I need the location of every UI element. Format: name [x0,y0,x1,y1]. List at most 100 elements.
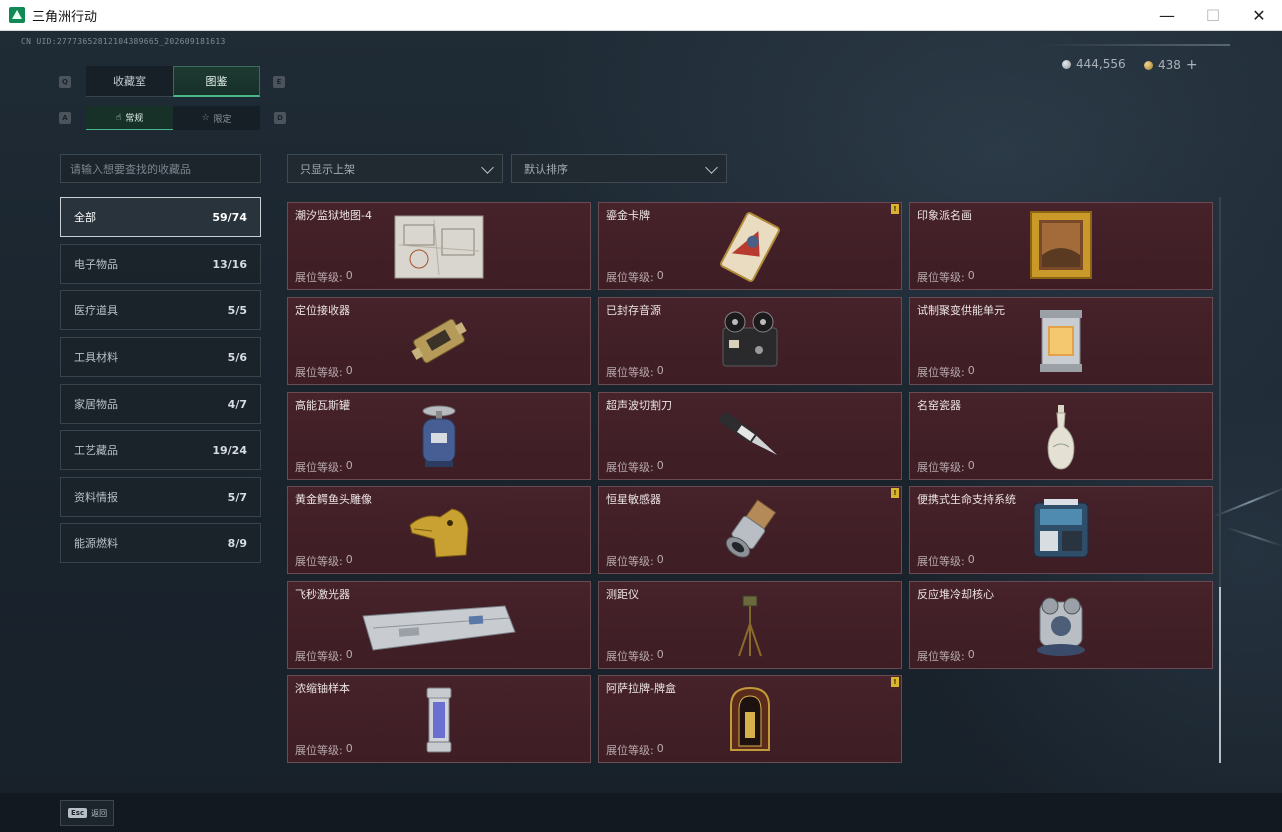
sub-tabs: ☝ 常规 ☆ 限定 [86,106,260,130]
gas-tank-icon [417,403,461,473]
map-icon [394,215,484,283]
level-label: 展位等级: [917,271,965,284]
tab-catalog[interactable]: 图鉴 [173,66,260,97]
currency-gold[interactable]: 438 + [1144,57,1198,73]
level-value: 0 [656,269,664,282]
level-value: 0 [656,648,664,661]
category-tools[interactable]: 工具材料 5/6 [60,337,261,377]
item-name: 反应堆冷却核心 [917,588,994,601]
add-currency-button[interactable]: + [1186,57,1198,73]
app-logo-icon [9,7,25,23]
key-hint-next-subtab: D [274,112,286,124]
category-medical[interactable]: 医疗道具 5/5 [60,290,261,330]
back-label: 返回 [91,808,108,818]
item-card[interactable]: 潮汐监狱地图-4 展位等级: 0 [287,202,591,290]
item-card[interactable]: 反应堆冷却核心 展位等级: 0 [909,581,1213,669]
category-household[interactable]: 家居物品 4/7 [60,384,261,424]
item-level: 展位等级: 0 [606,269,664,285]
category-all[interactable]: 全部 59/74 [60,197,261,237]
level-label: 展位等级: [917,461,965,474]
item-level: 展位等级: 0 [917,553,975,569]
item-card[interactable]: 名窑瓷器 展位等级: 0 [909,392,1213,480]
category-count: 4/7 [227,397,247,411]
chevron-down-icon [705,161,718,174]
item-name: 印象派名画 [917,209,972,222]
level-value: 0 [967,648,975,661]
reactor-core-icon [1030,592,1092,662]
category-count: 5/5 [227,303,247,317]
level-value: 0 [345,648,353,661]
minimize-button[interactable]: — [1144,0,1190,31]
category-energy[interactable]: 能源燃料 8/9 [60,523,261,563]
maximize-button[interactable]: ☐ [1190,0,1236,31]
hand-icon: ☝ [115,112,122,123]
category-name: 全部 [74,211,96,224]
item-card[interactable]: 飞秒激光器 展位等级: 0 [287,581,591,669]
item-card[interactable]: 印象派名画 展位等级: 0 [909,202,1213,290]
painting-icon [1030,211,1092,283]
player-uid: CN UID:27773652812104389665_202609181613 [21,37,226,46]
item-card[interactable]: 高能瓦斯罐 展位等级: 0 [287,392,591,480]
item-level: 展位等级: 0 [295,553,353,569]
category-crafts[interactable]: 工艺藏品 19/24 [60,430,261,470]
item-level: 展位等级: 0 [606,459,664,475]
category-electronics[interactable]: 电子物品 13/16 [60,244,261,284]
chevron-down-icon [481,161,494,174]
level-label: 展位等级: [295,366,343,379]
card-box-icon [727,686,773,758]
item-card[interactable]: 阿萨拉牌-牌盒 ! 展位等级: 0 [598,675,902,763]
item-level: 展位等级: 0 [917,648,975,664]
level-label: 展位等级: [295,461,343,474]
grid-scrollbar-thumb[interactable] [1219,587,1221,763]
item-card[interactable]: 测距仪 展位等级: 0 [598,581,902,669]
category-count: 8/9 [227,536,247,550]
item-card[interactable]: 便携式生命支持系统 展位等级: 0 [909,486,1213,574]
new-badge: ! [891,677,899,687]
game-viewport: CN UID:27773652812104389665_202609181613… [0,31,1282,832]
item-name: 已封存音源 [606,304,661,317]
currency-gold-value: 438 [1158,58,1181,72]
item-card[interactable]: 浓缩铀样本 展位等级: 0 [287,675,591,763]
main-tabs: 收藏室 图鉴 [86,66,260,97]
search-input[interactable]: 请输入想要查找的收藏品 [60,154,261,183]
item-name: 便携式生命支持系统 [917,493,1016,506]
filter-dropdown[interactable]: 只显示上架 [287,154,503,183]
item-card[interactable]: 已封存音源 展位等级: 0 [598,297,902,385]
item-level: 展位等级: 0 [917,364,975,380]
item-level: 展位等级: 0 [606,648,664,664]
item-card[interactable]: 定位接收器 展位等级: 0 [287,297,591,385]
item-name: 鎏金卡牌 [606,209,650,222]
subtab-limited[interactable]: ☆ 限定 [173,106,260,130]
back-button[interactable]: Esc 返回 [60,800,114,826]
category-name: 工具材料 [74,351,118,364]
level-value: 0 [967,364,975,377]
level-label: 展位等级: [295,650,343,663]
laser-icon [359,598,519,660]
category-intel[interactable]: 资料情报 5/7 [60,477,261,517]
level-label: 展位等级: [606,555,654,568]
item-level: 展位等级: 0 [295,648,353,664]
item-card[interactable]: 鎏金卡牌 ! 展位等级: 0 [598,202,902,290]
tab-collection-room[interactable]: 收藏室 [86,66,173,97]
item-name: 定位接收器 [295,304,350,317]
close-button[interactable]: ✕ [1236,0,1282,31]
item-card[interactable]: 试制聚变供能单元 展位等级: 0 [909,297,1213,385]
receiver-icon [406,308,472,378]
category-name: 电子物品 [74,258,118,271]
level-label: 展位等级: [606,271,654,284]
key-hint-prev-subtab: A [59,112,71,124]
sort-dropdown[interactable]: 默认排序 [511,154,727,183]
item-card[interactable]: 超声波切割刀 展位等级: 0 [598,392,902,480]
level-label: 展位等级: [917,366,965,379]
item-level: 展位等级: 0 [606,553,664,569]
item-card[interactable]: 黄金鳄鱼头雕像 展位等级: 0 [287,486,591,574]
category-name: 医疗道具 [74,304,118,317]
item-card[interactable]: 恒星敏感器 ! 展位等级: 0 [598,486,902,574]
item-name: 飞秒激光器 [295,588,350,601]
key-hint-prev-tab: Q [59,76,71,88]
knife-icon [719,403,780,473]
level-label: 展位等级: [606,744,654,757]
level-value: 0 [656,459,664,472]
key-hint-next-tab: E [273,76,285,88]
subtab-regular[interactable]: ☝ 常规 [86,106,173,130]
